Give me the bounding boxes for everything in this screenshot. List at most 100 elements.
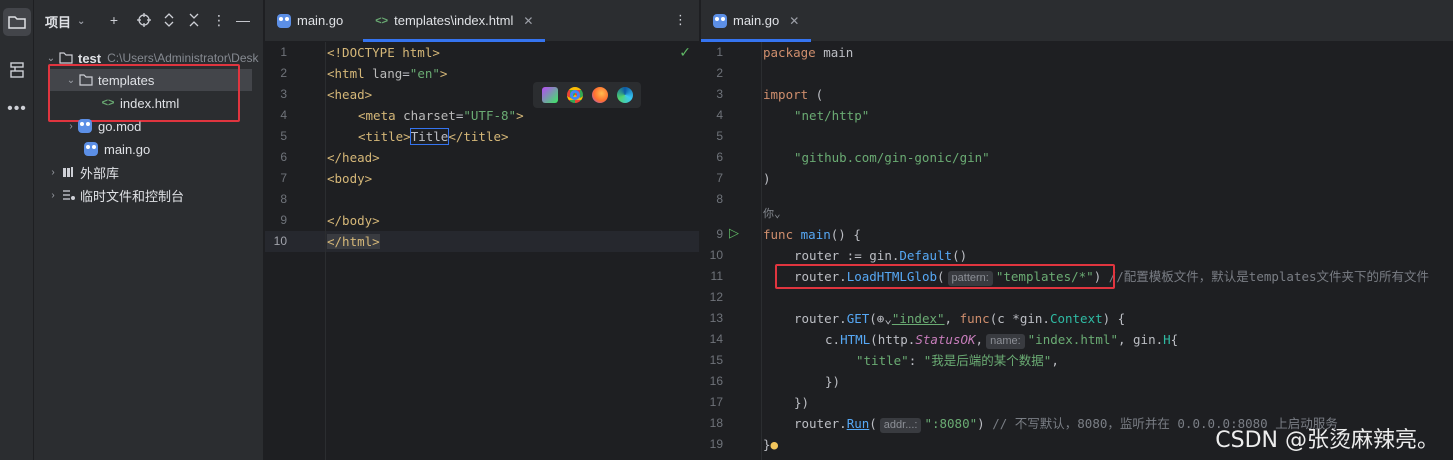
line-number: 10 [709, 248, 723, 262]
run-play-icon[interactable]: ▷ [729, 225, 739, 241]
line-number: 11 [710, 269, 723, 283]
library-icon [60, 164, 76, 180]
line-number: 16 [709, 374, 723, 388]
code-line: import ( [763, 87, 824, 102]
firefox-icon[interactable] [591, 87, 608, 103]
tab-main-go-right[interactable]: main.go ✕ [701, 0, 812, 42]
code-line: </html> [327, 234, 380, 249]
code-line: }) [794, 395, 810, 410]
activity-bar: ••• [0, 0, 34, 460]
chevron-right-icon[interactable]: › [46, 167, 60, 178]
options-kebab-icon[interactable]: ⋮ [211, 12, 227, 28]
right-editor[interactable]: 1 2 3 4 5 6 7 8 9 10 11 12 13 14 15 16 1… [701, 42, 1453, 460]
chevron-down-icon[interactable]: ⌄ [44, 53, 58, 64]
line-number: 17 [709, 395, 723, 409]
no-problems-check-icon: ✓ [679, 44, 691, 60]
line-number: 12 [709, 290, 723, 304]
code-line: "title": "我是后端的某个数据", [856, 353, 1059, 368]
code-line: <meta charset="UTF-8"> [358, 108, 524, 123]
tab-index-html[interactable]: <> templates\index.html ✕ [363, 0, 546, 42]
locate-target-icon[interactable] [136, 12, 152, 28]
gopher-icon [84, 142, 98, 156]
code-line: <html lang="en"> [327, 66, 448, 81]
hide-panel-icon[interactable]: — [235, 12, 251, 28]
code-line: "net/http" [794, 108, 870, 123]
code-line: "github.com/gin-gonic/gin" [794, 150, 990, 165]
line-number: 2 [280, 66, 287, 80]
gutter-divider [325, 42, 326, 460]
line-number: 9 [716, 227, 723, 241]
line-number: 1 [280, 45, 287, 59]
line-number: 4 [716, 108, 723, 122]
code-line: }● [763, 437, 779, 452]
tree-item-go-mod[interactable]: › go.mod [64, 115, 141, 137]
left-editor-tabbar: main.go <> templates\index.html ✕ ⋮ [265, 0, 699, 42]
line-number: 3 [716, 87, 723, 101]
code-line: <!DOCTYPE html> [327, 45, 440, 60]
goland-icon[interactable] [541, 87, 558, 103]
code-line: <head> [327, 87, 373, 102]
lightbulb-icon[interactable]: ● [771, 437, 779, 452]
highlight-box-templates [48, 64, 240, 122]
collapse-all-icon[interactable] [186, 12, 202, 28]
line-number: 8 [280, 192, 287, 206]
line-number: 5 [280, 129, 287, 143]
chevron-down-icon: ⌄ [774, 207, 781, 220]
tab-options-kebab-icon[interactable]: ⋮ [674, 12, 687, 28]
tree-label-go-mod: go.mod [98, 118, 142, 134]
chrome-icon[interactable] [566, 87, 583, 103]
code-line: func main() { [763, 227, 861, 242]
code-line: <body> [327, 171, 373, 186]
tree-item-scratches[interactable]: › 临时文件和控制台 [46, 184, 184, 206]
tab-main-go[interactable]: main.go [265, 0, 355, 42]
structure-tool-button[interactable] [3, 56, 31, 84]
line-number: 3 [280, 87, 287, 101]
line-number: 19 [709, 437, 723, 451]
scratches-icon [60, 187, 76, 203]
gutter-divider [761, 42, 762, 460]
line-number: 7 [280, 171, 287, 185]
line-number: 10 [273, 234, 287, 248]
globe-icon: ⊕⌄ [876, 311, 892, 326]
code-line: router := gin.Default() [794, 248, 968, 263]
more-horizontal-icon: ••• [7, 100, 27, 117]
code-line: <title>Title</title> [358, 128, 509, 145]
gopher-icon [277, 13, 291, 28]
line-number: 2 [716, 66, 723, 80]
chevron-right-icon[interactable]: › [64, 121, 78, 132]
code-line: package main [763, 45, 854, 60]
line-number: 9 [280, 213, 287, 227]
tree-item-external-libraries[interactable]: › 外部库 [46, 161, 119, 183]
line-number: 5 [716, 129, 723, 143]
tree-label-scratches: 临时文件和控制台 [80, 188, 185, 204]
highlight-box-loadhtmlglob [775, 264, 1115, 289]
gopher-icon [78, 119, 92, 133]
browser-preview-popup [533, 82, 641, 108]
add-icon[interactable]: + [106, 12, 122, 28]
structure-icon [10, 62, 24, 78]
project-tool-button[interactable] [3, 8, 31, 36]
expand-all-icon[interactable] [161, 12, 177, 28]
project-root-path: C:\Users\Administrator\Desk [107, 51, 259, 65]
right-editor-tabbar: main.go ✕ [701, 0, 1453, 42]
more-tools-button[interactable]: ••• [3, 95, 31, 123]
tree-label-main-go: main.go [104, 141, 151, 157]
chevron-down-icon[interactable]: ⌄ [77, 16, 85, 27]
line-number: 15 [709, 353, 723, 367]
parameter-hint: name: [986, 334, 1025, 349]
code-line: </body> [327, 213, 380, 228]
tree-item-main-go[interactable]: main.go [84, 138, 150, 160]
folder-icon [8, 16, 26, 29]
line-number: 1 [716, 45, 723, 59]
gopher-icon [713, 13, 727, 28]
close-icon[interactable]: ✕ [523, 14, 533, 28]
edge-icon[interactable] [616, 87, 633, 103]
csdn-watermark: CSDN @张烫麻辣亮。 [1215, 428, 1439, 453]
left-editor[interactable]: 1 2 3 4 5 6 7 8 9 10 ✓ <!DOCTYPE html> <… [265, 42, 699, 460]
author-hint[interactable]: 你⌄ [763, 203, 781, 224]
close-icon[interactable]: ✕ [789, 14, 799, 28]
project-title[interactable]: 项目 [45, 12, 71, 31]
project-panel: 项目 ⌄ + ⋮ — ⌄ test C:\Users\Administrator… [34, 0, 264, 460]
chevron-right-icon[interactable]: › [46, 190, 60, 201]
tab-label: main.go [297, 13, 344, 28]
